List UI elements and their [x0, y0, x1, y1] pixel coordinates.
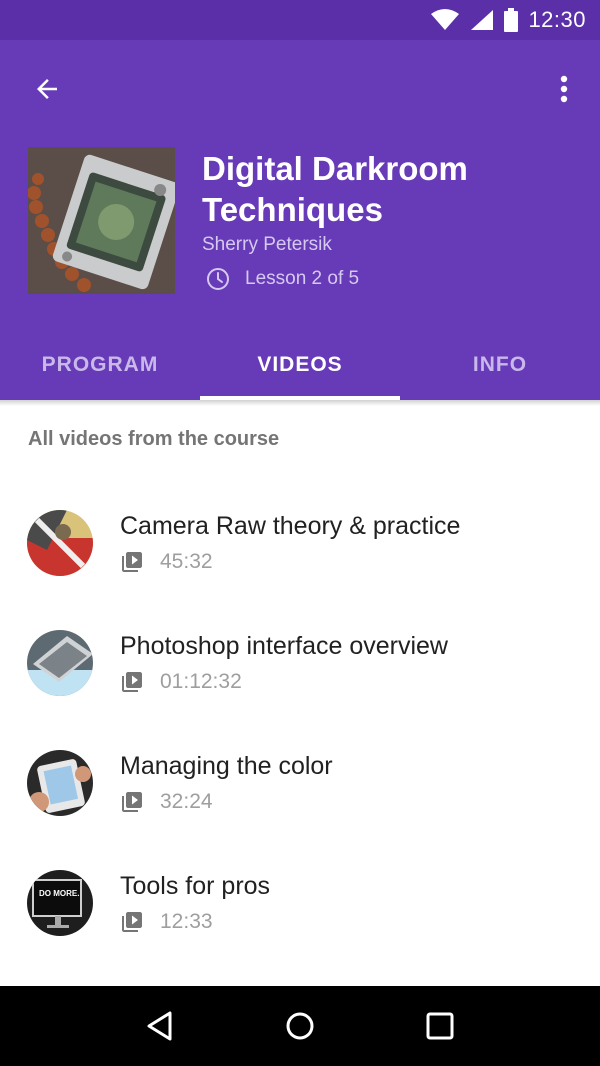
video-thumbnail — [27, 750, 93, 816]
video-duration: 01:12:32 — [160, 670, 242, 693]
nav-recents-button[interactable] — [416, 1002, 464, 1050]
video-meta: 45:32 — [120, 550, 213, 574]
video-library-icon — [120, 790, 144, 814]
video-library-icon — [120, 910, 144, 934]
lesson-progress-label: Lesson 2 of 5 — [245, 268, 360, 289]
header-shadow — [0, 400, 600, 406]
video-list-item[interactable]: Managing the color 32:24 — [0, 720, 600, 840]
tab-bar: PROGRAM VIDEOS INFO — [0, 330, 600, 400]
tab-program[interactable]: PROGRAM — [0, 330, 200, 400]
status-bar: 12:30 — [0, 0, 600, 40]
video-list-item[interactable]: DO MORE. Tools for pros 12:33 — [0, 840, 600, 960]
signal-icon — [470, 9, 494, 31]
video-duration: 12:33 — [160, 910, 213, 933]
course-header: Digital Darkroom Techniques Sherry Peter… — [0, 40, 600, 400]
tab-videos[interactable]: VIDEOS — [200, 330, 400, 400]
video-duration: 45:32 — [160, 550, 213, 573]
video-thumbnail — [27, 510, 93, 576]
system-nav-bar — [0, 986, 600, 1066]
lesson-progress: Lesson 2 of 5 — [206, 267, 359, 291]
video-meta: 01:12:32 — [120, 670, 242, 694]
back-triangle-icon — [147, 1011, 172, 1041]
tab-info[interactable]: INFO — [400, 330, 600, 400]
section-heading: All videos from the course — [28, 428, 280, 450]
video-title: Managing the color — [120, 752, 333, 780]
video-title: Tools for pros — [120, 872, 271, 900]
video-thumbnail — [27, 630, 93, 696]
battery-icon — [504, 8, 519, 32]
nav-home-button[interactable] — [276, 1002, 324, 1050]
course-title: Digital Darkroom Techniques — [202, 150, 468, 228]
more-vert-icon — [560, 75, 568, 103]
status-time: 12:30 — [528, 7, 586, 32]
video-title: Photoshop interface overview — [120, 632, 448, 660]
video-library-icon — [120, 550, 144, 574]
home-circle-icon — [286, 1012, 314, 1040]
video-library-icon — [120, 670, 144, 694]
clock-icon — [206, 267, 230, 291]
video-meta: 12:33 — [120, 910, 213, 934]
video-duration: 32:24 — [160, 790, 213, 813]
recents-square-icon — [426, 1012, 454, 1040]
video-title: Camera Raw theory & practice — [120, 512, 461, 540]
nav-back-button[interactable] — [136, 1002, 184, 1050]
back-button[interactable] — [28, 70, 66, 108]
video-list: Camera Raw theory & practice 45:32 Photo… — [0, 480, 600, 960]
video-thumbnail: DO MORE. — [27, 870, 93, 936]
more-options-button[interactable] — [550, 70, 578, 108]
arrow-back-icon — [37, 79, 57, 99]
video-list-item[interactable]: Photoshop interface overview 01:12:32 — [0, 600, 600, 720]
course-cover-image — [28, 147, 175, 294]
video-meta: 32:24 — [120, 790, 213, 814]
thumbnail-text: DO MORE. — [39, 889, 79, 898]
course-author: Sherry Petersik — [202, 234, 332, 255]
wifi-icon — [430, 9, 460, 31]
video-list-item[interactable]: Camera Raw theory & practice 45:32 — [0, 480, 600, 600]
